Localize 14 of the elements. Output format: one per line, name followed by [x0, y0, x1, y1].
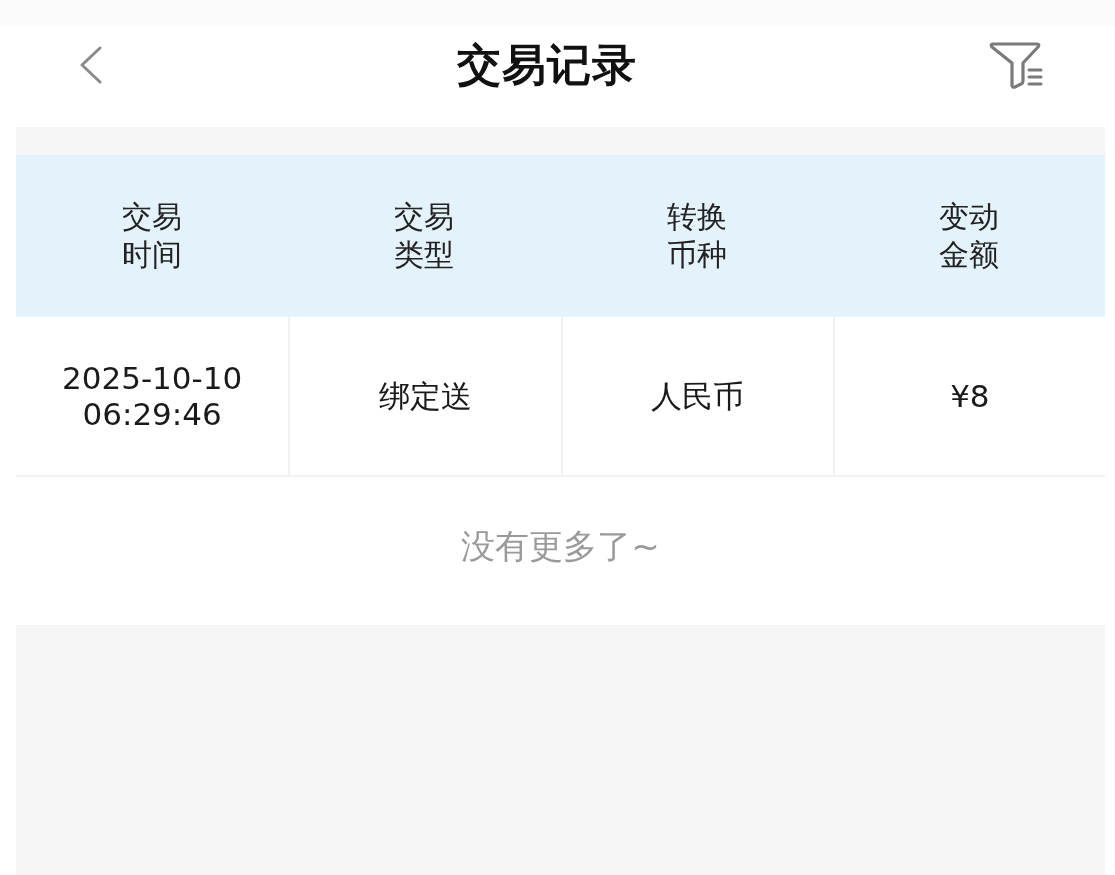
page-title: 交易记录	[456, 37, 637, 92]
table-cell: ¥8	[950, 378, 990, 414]
column-header: 交易类型	[394, 198, 455, 274]
table-cell: 2025-10-10 06:29:46	[62, 360, 243, 432]
back-button[interactable]	[78, 46, 104, 84]
column-header: 交易时间	[122, 198, 183, 274]
filter-icon	[989, 41, 1045, 89]
column-header: 转换币种	[666, 198, 727, 274]
table-cell: 绑定送	[378, 378, 472, 414]
column-header: 变动金额	[938, 198, 999, 274]
filter-button[interactable]	[989, 41, 1045, 89]
no-more-text: 没有更多了~	[461, 525, 660, 568]
table-cell: 人民币	[651, 378, 745, 414]
back-icon	[78, 46, 104, 84]
